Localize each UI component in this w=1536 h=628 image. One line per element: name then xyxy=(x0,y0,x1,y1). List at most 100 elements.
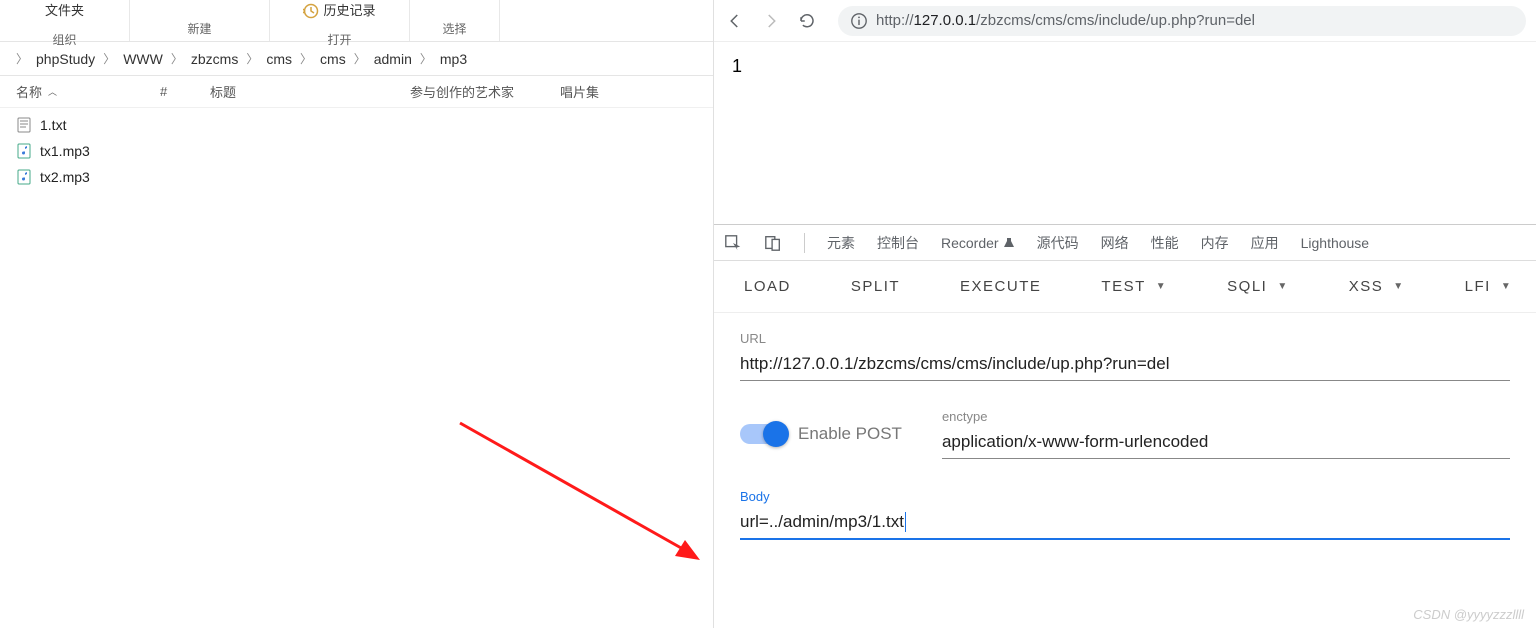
enable-post-label: Enable POST xyxy=(798,424,902,444)
watermark: CSDN @yyyyzzzllll xyxy=(1413,607,1524,622)
breadcrumb-item[interactable]: phpStudy xyxy=(36,51,95,67)
tab-recorder[interactable]: Recorder xyxy=(941,235,1015,251)
tab-network[interactable]: 网络 xyxy=(1101,233,1129,253)
info-icon xyxy=(850,12,868,30)
tab-elements[interactable]: 元素 xyxy=(827,233,855,253)
col-name[interactable]: 名称︿ xyxy=(0,82,160,101)
url-text: http://127.0.0.1/zbzcms/cms/cms/include/… xyxy=(876,12,1255,29)
tab-lighthouse[interactable]: Lighthouse xyxy=(1301,235,1370,251)
ribbon-group-select: 选择 xyxy=(410,0,500,41)
reload-button[interactable] xyxy=(796,10,818,32)
breadcrumb-item[interactable]: cms xyxy=(266,51,292,67)
ribbon-folder-label: 文件夹 xyxy=(45,0,84,19)
ribbon-select-label: 选择 xyxy=(442,20,466,37)
breadcrumb-item[interactable]: WWW xyxy=(123,51,163,67)
sqli-dropdown[interactable]: SQLI▼ xyxy=(1227,278,1289,295)
toggle-knob xyxy=(763,421,789,447)
devtools: 元素 控制台 Recorder 源代码 网络 性能 内存 应用 Lighthou… xyxy=(714,224,1536,558)
tab-memory[interactable]: 内存 xyxy=(1201,233,1229,253)
tab-performance[interactable]: 性能 xyxy=(1151,233,1179,253)
mp3-file-icon xyxy=(16,143,32,159)
url-input[interactable] xyxy=(740,350,1510,381)
split-button[interactable]: SPLIT xyxy=(851,278,900,295)
separator xyxy=(804,233,805,253)
chevron-right-icon: 〉 xyxy=(238,50,266,67)
ribbon-group-new: 新建 xyxy=(130,0,270,41)
enctype-input[interactable] xyxy=(942,428,1510,459)
address-bar[interactable]: http://127.0.0.1/zbzcms/cms/cms/include/… xyxy=(838,6,1526,36)
file-name: 1.txt xyxy=(40,117,66,133)
ribbon-open-label: 打开 xyxy=(327,31,351,48)
device-icon[interactable] xyxy=(764,234,782,252)
test-dropdown[interactable]: TEST▼ xyxy=(1101,278,1167,295)
chevron-right-icon: 〉 xyxy=(8,50,36,67)
file-name: tx2.mp3 xyxy=(40,169,90,185)
xss-dropdown[interactable]: XSS▼ xyxy=(1349,278,1405,295)
browser-window: http://127.0.0.1/zbzcms/cms/cms/include/… xyxy=(714,0,1536,628)
breadcrumb-item[interactable]: zbzcms xyxy=(191,51,238,67)
chevron-right-icon: 〉 xyxy=(163,50,191,67)
tab-console[interactable]: 控制台 xyxy=(877,233,919,253)
tab-sources[interactable]: 源代码 xyxy=(1037,233,1079,253)
flask-icon xyxy=(1003,237,1015,249)
breadcrumb[interactable]: 〉 phpStudy 〉 WWW 〉 zbzcms 〉 cms 〉 cms 〉 … xyxy=(0,42,713,76)
col-artist[interactable]: 参与创作的艺术家 xyxy=(410,82,560,101)
breadcrumb-item[interactable]: admin xyxy=(374,51,412,67)
response-body: 1 xyxy=(732,56,742,76)
list-header: 名称︿ # 标题 参与创作的艺术家 唱片集 xyxy=(0,76,713,108)
file-row[interactable]: 1.txt xyxy=(0,112,713,138)
post-row: Enable POST enctype xyxy=(740,409,1510,459)
devtools-tabs: 元素 控制台 Recorder 源代码 网络 性能 内存 应用 Lighthou… xyxy=(714,225,1536,261)
mp3-file-icon xyxy=(16,169,32,185)
page-content: 1 xyxy=(714,42,1536,224)
text-cursor xyxy=(905,512,906,532)
url-label: URL xyxy=(740,331,1510,346)
col-album[interactable]: 唱片集 xyxy=(560,82,640,101)
ribbon-group-history: 历史记录 打开 xyxy=(270,0,410,41)
browser-toolbar: http://127.0.0.1/zbzcms/cms/cms/include/… xyxy=(714,0,1536,42)
file-name: tx1.mp3 xyxy=(40,143,90,159)
breadcrumb-item[interactable]: cms xyxy=(320,51,346,67)
ribbon: 文件夹 组织 新建 历史记录 打开 选择 xyxy=(0,0,713,42)
load-button[interactable]: LOAD xyxy=(744,278,791,295)
chevron-right-icon: 〉 xyxy=(346,50,374,67)
toggle-switch[interactable] xyxy=(740,424,786,444)
caret-down-icon: ▼ xyxy=(1277,281,1288,292)
ribbon-group-folder: 文件夹 组织 xyxy=(0,0,130,41)
lfi-dropdown[interactable]: LFI▼ xyxy=(1465,278,1513,295)
hackbar-toolbar: LOAD SPLIT EXECUTE TEST▼ SQLI▼ XSS▼ LFI▼ xyxy=(714,261,1536,313)
col-hash[interactable]: # xyxy=(160,84,210,99)
red-arrow-annotation xyxy=(455,418,715,578)
sort-asc-icon: ︿ xyxy=(48,85,57,98)
chevron-right-icon: 〉 xyxy=(292,50,320,67)
chevron-right-icon: 〉 xyxy=(412,50,440,67)
execute-button[interactable]: EXECUTE xyxy=(960,278,1041,295)
enable-post-toggle[interactable]: Enable POST xyxy=(740,424,902,444)
inspect-icon[interactable] xyxy=(724,234,742,252)
body-input[interactable]: url=../admin/mp3/1.txt xyxy=(740,508,1510,540)
col-title[interactable]: 标题 xyxy=(210,82,410,101)
url-field-block: URL xyxy=(740,331,1510,381)
back-button[interactable] xyxy=(724,10,746,32)
enctype-field-block: enctype xyxy=(942,409,1510,459)
body-label: Body xyxy=(740,489,1510,504)
file-list: 1.txt tx1.mp3 tx2.mp3 xyxy=(0,108,713,194)
history-icon xyxy=(303,3,319,19)
caret-down-icon: ▼ xyxy=(1501,281,1512,292)
txt-file-icon xyxy=(16,117,32,133)
file-row[interactable]: tx2.mp3 xyxy=(0,164,713,190)
body-field-block: Body url=../admin/mp3/1.txt xyxy=(740,489,1510,540)
enctype-label: enctype xyxy=(942,409,1510,424)
ribbon-history-label: 历史记录 xyxy=(323,0,375,19)
forward-button[interactable] xyxy=(760,10,782,32)
breadcrumb-item[interactable]: mp3 xyxy=(440,51,467,67)
caret-down-icon: ▼ xyxy=(1156,281,1167,292)
hackbar-body: URL Enable POST enctype Body url=../admi… xyxy=(714,313,1536,558)
ribbon-org-label: 组织 xyxy=(52,31,76,48)
chevron-right-icon: 〉 xyxy=(95,50,123,67)
file-row[interactable]: tx1.mp3 xyxy=(0,138,713,164)
caret-down-icon: ▼ xyxy=(1393,281,1404,292)
tab-application[interactable]: 应用 xyxy=(1251,233,1279,253)
file-explorer: 文件夹 组织 新建 历史记录 打开 选择 〉 phpStudy 〉 WWW 〉 … xyxy=(0,0,714,628)
ribbon-new-label: 新建 xyxy=(187,20,211,37)
